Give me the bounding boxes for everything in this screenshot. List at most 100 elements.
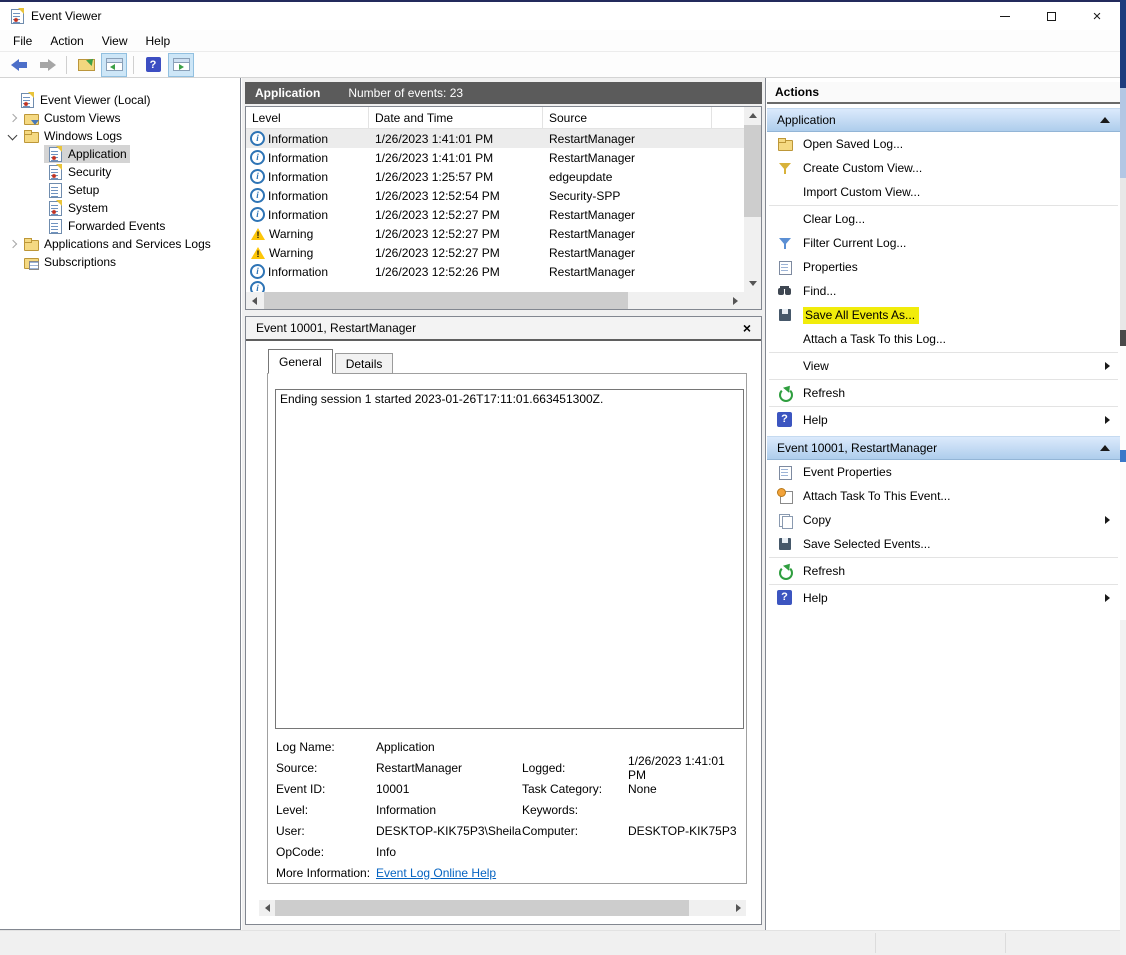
tree-chevron-icon[interactable] <box>2 93 16 107</box>
tree-chevron-icon[interactable] <box>30 201 44 215</box>
action-item[interactable]: Attach a Task To this Log... <box>767 327 1120 351</box>
event-row[interactable]: Information 1/26/2023 12:52:26 PM Restar… <box>246 262 744 281</box>
toolbar: ? <box>0 52 1120 78</box>
tree-item-label: Forwarded Events <box>68 219 165 233</box>
action-item[interactable]: Filter Current Log... <box>767 231 1120 255</box>
tree-item[interactable]: Security <box>0 163 240 181</box>
maximize-button[interactable] <box>1028 2 1074 30</box>
event-list-vertical-scrollbar[interactable] <box>744 107 761 292</box>
submenu-arrow-icon <box>1105 516 1110 524</box>
preview-horizontal-scrollbar[interactable] <box>259 900 746 916</box>
scroll-up-button[interactable] <box>744 107 761 124</box>
folder-filter-icon <box>23 110 39 126</box>
event-row[interactable]: Information 1/26/2023 12:52:27 PM Restar… <box>246 205 744 224</box>
tree-chevron-icon[interactable] <box>30 183 44 197</box>
field-value: 1/26/2023 1:41:01 PM <box>628 754 744 782</box>
minimize-button[interactable] <box>982 2 1028 30</box>
tree-item[interactable]: Windows Logs <box>0 127 240 145</box>
action-item[interactable]: Refresh <box>767 559 1120 583</box>
menu-item[interactable]: View <box>93 30 137 51</box>
event-row[interactable]: Information 1/26/2023 1:25:57 PM edgeupd… <box>246 167 744 186</box>
actions-pane: Actions Application Open Saved Log... Cr… <box>767 78 1120 930</box>
actions-section-header-event[interactable]: Event 10001, RestartManager <box>767 436 1120 460</box>
close-button[interactable]: × <box>1074 2 1120 30</box>
help-button[interactable]: ? <box>140 53 166 77</box>
tree-item[interactable]: Application <box>0 145 240 163</box>
action-item[interactable]: Find... <box>767 279 1120 303</box>
back-icon <box>11 59 28 71</box>
scroll-down-button[interactable] <box>744 275 761 292</box>
vertical-scroll-thumb[interactable] <box>744 125 761 217</box>
scroll-right-button[interactable] <box>730 900 746 916</box>
show-console-tree-button[interactable] <box>101 53 127 77</box>
tree-item[interactable]: Custom Views <box>0 109 240 127</box>
action-item[interactable]: Event Properties <box>767 460 1120 484</box>
event-row[interactable]: Information 1/26/2023 12:52:54 PM Securi… <box>246 186 744 205</box>
scroll-right-button[interactable] <box>727 292 744 309</box>
actions-section-header-application[interactable]: Application <box>767 108 1120 132</box>
tree-chevron-icon[interactable] <box>30 147 44 161</box>
show-action-pane-button[interactable] <box>168 53 194 77</box>
action-item[interactable]: Attach Task To This Event... <box>767 484 1120 508</box>
scroll-left-button[interactable] <box>246 292 263 309</box>
event-description[interactable]: Ending session 1 started 2023-01-26T17:1… <box>275 389 744 729</box>
menu-item[interactable]: File <box>4 30 41 51</box>
menu-item[interactable]: Help <box>137 30 180 51</box>
event-log-online-help-link[interactable]: Event Log Online Help <box>376 866 522 880</box>
tree-item[interactable]: Setup <box>0 181 240 199</box>
tree-item[interactable]: Applications and Services Logs <box>0 235 240 253</box>
action-item[interactable]: Help <box>767 586 1120 610</box>
tree-item[interactable]: System <box>0 199 240 217</box>
forward-button[interactable] <box>34 53 60 77</box>
preview-close-button[interactable]: × <box>743 321 751 335</box>
action-item[interactable]: Help <box>767 408 1120 432</box>
log-icon <box>47 218 63 234</box>
tree-item[interactable]: Forwarded Events <box>0 217 240 235</box>
action-item[interactable]: Save Selected Events... <box>767 532 1120 556</box>
event-level-cell: Information <box>246 264 369 279</box>
maximize-icon <box>1047 12 1056 21</box>
event-list-horizontal-scrollbar[interactable] <box>246 292 744 309</box>
tree-item[interactable]: Event Viewer (Local) <box>0 91 240 109</box>
action-item[interactable]: Save All Events As... <box>767 303 1120 327</box>
column-header-date-time[interactable]: Date and Time <box>369 107 543 129</box>
tree-chevron-icon[interactable] <box>30 219 44 233</box>
action-item[interactable]: Refresh <box>767 381 1120 405</box>
section-header-label: Event 10001, RestartManager <box>777 441 1100 455</box>
preview-tab[interactable]: General <box>268 349 333 374</box>
field-label: Keywords: <box>522 803 628 817</box>
event-row[interactable]: Information 1/26/2023 1:41:01 PM Restart… <box>246 148 744 167</box>
back-button[interactable] <box>6 53 32 77</box>
action-item[interactable]: Create Custom View... <box>767 156 1120 180</box>
tree-chevron-icon[interactable] <box>6 129 20 143</box>
column-header-source[interactable]: Source <box>543 107 712 129</box>
field-value: Information <box>376 803 522 817</box>
field-label: More Information: <box>276 866 376 880</box>
action-item[interactable]: Properties <box>767 255 1120 279</box>
event-row[interactable]: Warning 1/26/2023 12:52:27 PM RestartMan… <box>246 224 744 243</box>
event-row[interactable]: Information 1/26/2023 1:41:01 PM Restart… <box>246 129 744 148</box>
action-item[interactable]: Import Custom View... <box>767 180 1120 204</box>
scroll-left-button[interactable] <box>259 900 275 916</box>
tree-chevron-icon[interactable] <box>6 111 20 125</box>
column-header-level[interactable]: Level <box>246 107 369 129</box>
preview-tab[interactable]: Details <box>335 353 394 374</box>
horizontal-scroll-thumb[interactable] <box>264 292 628 309</box>
event-row[interactable]: Warning 1/26/2023 12:52:27 PM RestartMan… <box>246 243 744 262</box>
horizontal-scroll-thumb[interactable] <box>275 900 689 916</box>
refresh-icon <box>777 563 793 579</box>
collapse-icon[interactable] <box>1100 117 1110 123</box>
action-item[interactable]: Copy <box>767 508 1120 532</box>
menu-item[interactable]: Action <box>41 30 92 51</box>
section-header-label: Application <box>777 113 1100 127</box>
open-saved-log-button[interactable] <box>73 53 99 77</box>
tree-chevron-icon[interactable] <box>30 165 44 179</box>
tree-chevron-icon[interactable] <box>6 255 20 269</box>
tree-item-core: System <box>44 199 111 217</box>
action-item[interactable]: Open Saved Log... <box>767 132 1120 156</box>
tree-chevron-icon[interactable] <box>6 237 20 251</box>
tree-item[interactable]: Subscriptions <box>0 253 240 271</box>
collapse-icon[interactable] <box>1100 445 1110 451</box>
action-item[interactable]: Clear Log... <box>767 207 1120 231</box>
action-item[interactable]: View <box>767 354 1120 378</box>
